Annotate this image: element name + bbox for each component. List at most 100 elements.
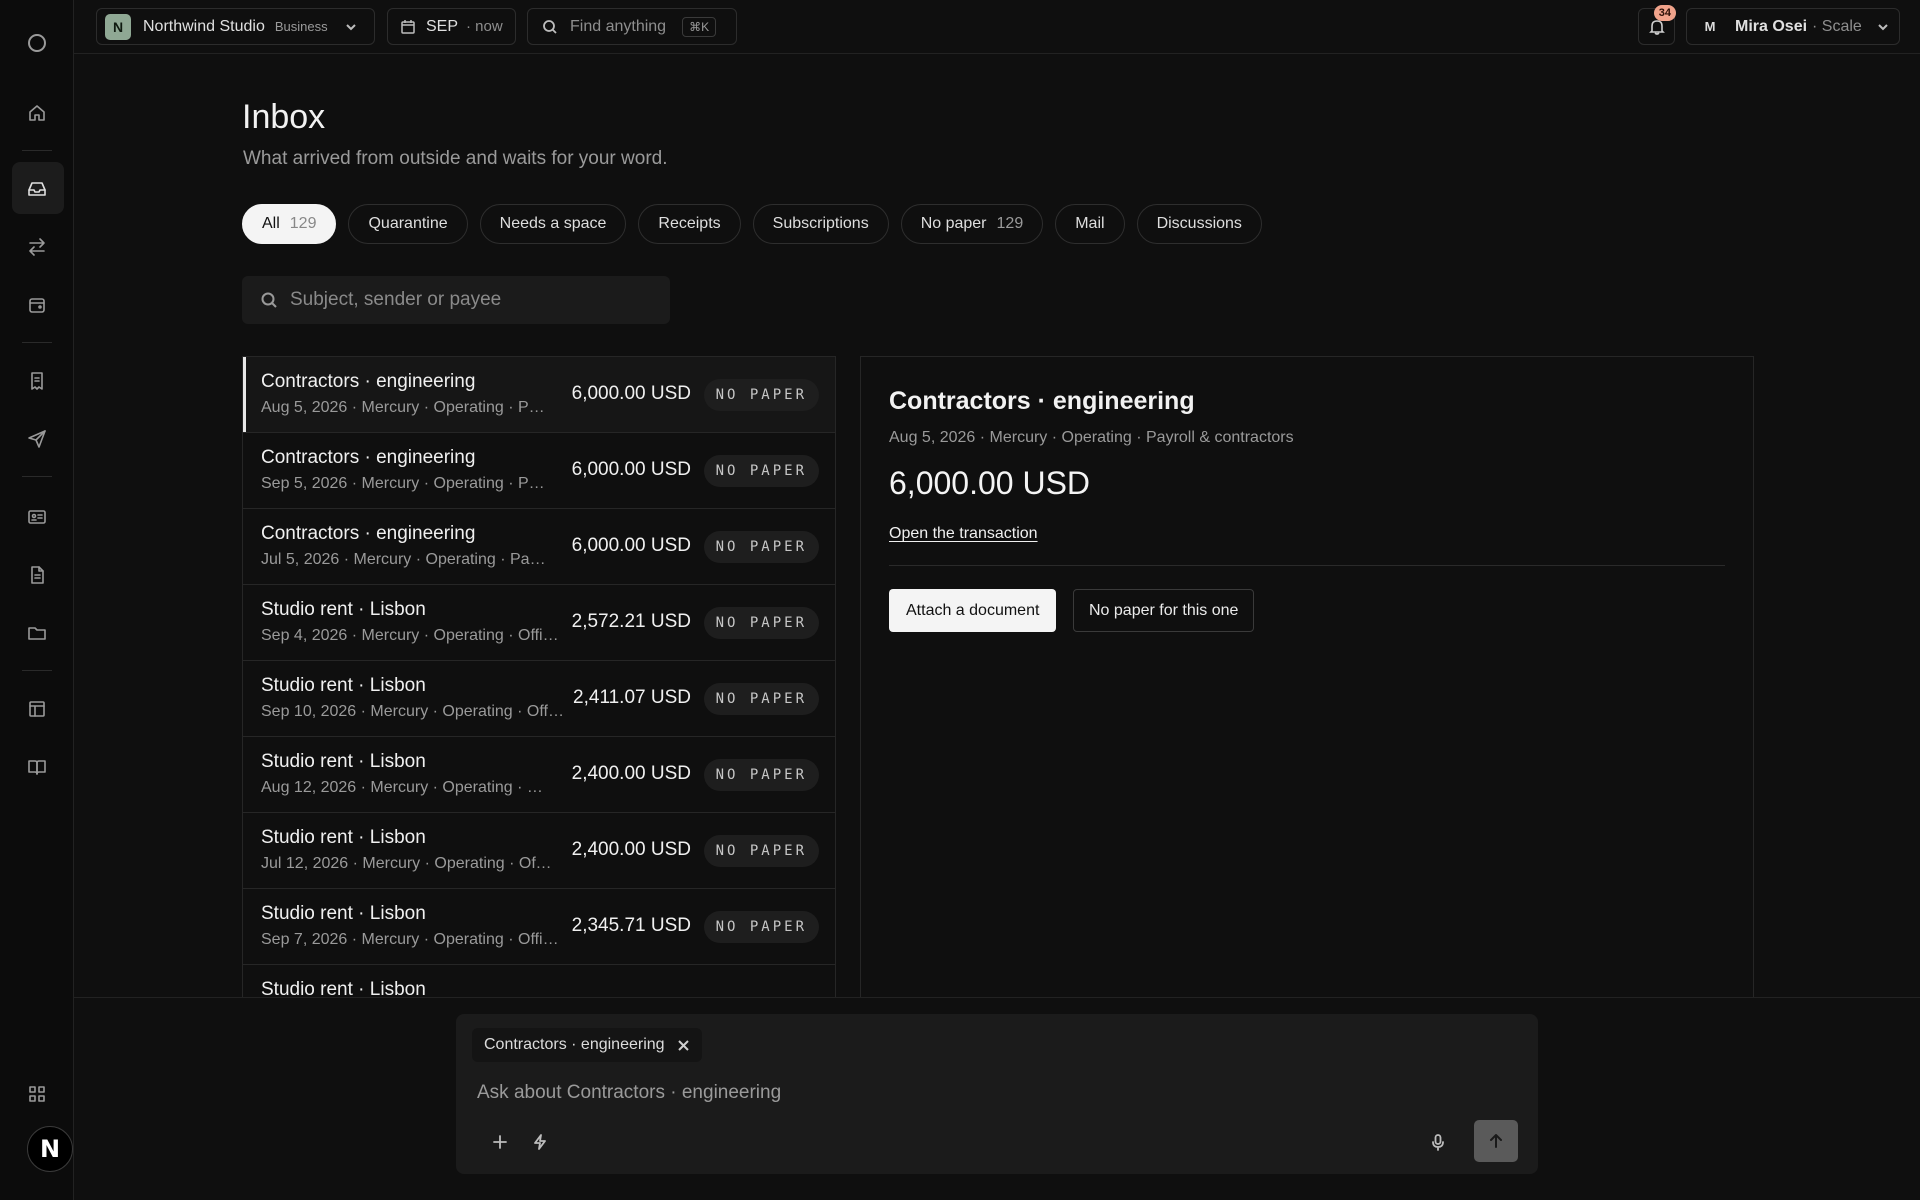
item-amount: 2,572.21 USD xyxy=(571,611,691,632)
status-badge: NO PAPER xyxy=(703,455,819,487)
status-badge: NO PAPER xyxy=(703,379,819,411)
list-item[interactable]: Contractors · engineering Sep 5, 2026 · … xyxy=(243,433,835,509)
user-name: Mira Osei xyxy=(1735,17,1808,35)
list-item[interactable]: Studio rent · Lisbon Sep 10, 2026 · Merc… xyxy=(243,661,835,737)
book-icon[interactable] xyxy=(22,752,52,782)
search-icon xyxy=(242,291,290,309)
detail-amount: 6,000.00 USD xyxy=(889,465,1091,501)
global-search-placeholder: Find anything xyxy=(570,17,667,35)
filter-label: Receipts xyxy=(658,215,721,232)
filter-no-paper[interactable]: No paper 129 xyxy=(900,204,1044,244)
period-label: SEP xyxy=(426,17,459,35)
layout-icon[interactable] xyxy=(22,694,52,724)
send-button[interactable] xyxy=(1474,1120,1518,1162)
item-meta: Sep 7, 2026 · Mercury · Operating · Offi… xyxy=(261,931,559,948)
list-item[interactable]: Contractors · engineering Aug 5, 2026 · … xyxy=(243,357,835,433)
status-badge: NO PAPER xyxy=(703,607,819,639)
folder-icon[interactable] xyxy=(22,618,52,648)
item-title: Studio rent · Lisbon xyxy=(261,903,426,924)
filter-label: No paper xyxy=(920,215,987,232)
user-avatar: M xyxy=(1704,19,1716,34)
microphone-icon[interactable] xyxy=(1424,1128,1452,1156)
item-title: Contractors · engineering xyxy=(261,523,476,544)
context-chip[interactable]: Contractors · engineering xyxy=(472,1028,702,1062)
filter-count: 129 xyxy=(289,215,317,232)
item-amount: 6,000.00 USD xyxy=(571,535,691,556)
send-icon[interactable] xyxy=(22,424,52,454)
sidebar-divider xyxy=(22,342,52,343)
contact-card-icon[interactable] xyxy=(22,502,52,532)
list-item[interactable]: Studio rent · Lisbon Sep 4, 2026 · Mercu… xyxy=(243,585,835,661)
detail-panel: Contractors · engineering Aug 5, 2026 · … xyxy=(860,356,1754,998)
inbox-search xyxy=(242,276,670,324)
inbox-icon[interactable] xyxy=(22,174,52,204)
detail-meta: Aug 5, 2026 · Mercury · Operating · Payr… xyxy=(889,429,1294,446)
list-item[interactable]: Studio rent · Lisbon Sep 7, 2026 · Mercu… xyxy=(243,889,835,965)
filter-needs-a-space[interactable]: Needs a space xyxy=(479,204,627,244)
item-title: Studio rent · Lisbon xyxy=(261,675,426,696)
filter-discussions[interactable]: Discussions xyxy=(1136,204,1262,244)
item-amount: 6,000.00 USD xyxy=(571,383,691,404)
page-subtitle: What arrived from outside and waits for … xyxy=(243,148,668,169)
attach-document-button[interactable]: Attach a document xyxy=(889,589,1057,632)
status-badge: NO PAPER xyxy=(703,759,819,791)
lightning-icon[interactable] xyxy=(526,1128,554,1156)
filter-subscriptions[interactable]: Subscriptions xyxy=(752,204,889,244)
workspace-avatar[interactable]: N xyxy=(27,1126,73,1172)
top-bar: N Northwind Studio Business SEP · now Fi… xyxy=(74,0,1920,54)
item-meta: Sep 5, 2026 · Mercury · Operating · Payr… xyxy=(261,475,553,492)
filter-all[interactable]: All 129 xyxy=(242,204,337,244)
calendar-icon xyxy=(400,19,416,35)
filter-chips: All 129 Quarantine Needs a space Receipt… xyxy=(242,204,1262,244)
item-amount: 2,400.00 USD xyxy=(571,839,691,860)
filter-receipts[interactable]: Receipts xyxy=(638,204,741,244)
no-paper-button[interactable]: No paper for this one xyxy=(1073,589,1255,632)
filter-count: 129 xyxy=(996,215,1024,232)
arrow-up-icon xyxy=(1487,1132,1505,1150)
item-meta: Aug 12, 2026 · Mercury · Operating · Off… xyxy=(261,779,553,796)
workspace-badge: N xyxy=(105,13,131,40)
list-item[interactable]: Studio rent · Lisbon Jul 12, 2026 · Merc… xyxy=(243,813,835,889)
item-title: Studio rent · Lisbon xyxy=(261,751,426,772)
notifications-button[interactable]: 34 xyxy=(1638,5,1676,45)
filter-mail[interactable]: Mail xyxy=(1055,204,1125,244)
transfer-icon[interactable] xyxy=(22,232,52,262)
filter-label: Mail xyxy=(1075,215,1105,232)
ask-input[interactable] xyxy=(477,1082,1377,1104)
filter-quarantine[interactable]: Quarantine xyxy=(348,204,468,244)
open-transaction-link[interactable]: Open the transaction xyxy=(889,525,1038,543)
filter-label: Discussions xyxy=(1156,215,1242,232)
receipt-icon[interactable] xyxy=(22,366,52,396)
item-title: Contractors · engineering xyxy=(261,371,476,392)
sidebar-divider xyxy=(22,476,52,477)
workspace-name: Northwind Studio xyxy=(143,17,265,35)
list-item[interactable]: Studio rent · Lisbon Aug 12, 2026 · Merc… xyxy=(243,737,835,813)
document-icon[interactable] xyxy=(22,560,52,590)
status-badge: NO PAPER xyxy=(703,683,819,715)
context-chip-label: Contractors · engineering xyxy=(484,1036,665,1053)
status-badge: NO PAPER xyxy=(703,911,819,943)
plus-icon[interactable] xyxy=(486,1128,514,1156)
close-icon[interactable] xyxy=(665,1039,690,1052)
list-item[interactable]: Contractors · engineering Jul 5, 2026 · … xyxy=(243,509,835,585)
period-picker[interactable]: SEP · now xyxy=(387,8,516,45)
logo-icon[interactable] xyxy=(22,28,52,58)
item-meta: Sep 4, 2026 · Mercury · Operating · Offi… xyxy=(261,627,559,644)
global-search[interactable]: Find anything ⌘K xyxy=(527,8,737,45)
item-amount: 2,411.07 USD xyxy=(573,687,691,708)
home-icon[interactable] xyxy=(22,98,52,128)
inbox-list: Contractors · engineering Aug 5, 2026 · … xyxy=(242,356,836,998)
user-menu[interactable]: M Mira Osei · Scale xyxy=(1686,8,1900,45)
inbox-search-input[interactable] xyxy=(290,289,650,311)
detail-title: Contractors · engineering xyxy=(889,387,1195,415)
workspace-switcher[interactable]: N Northwind Studio Business xyxy=(96,8,375,45)
list-item[interactable]: Studio rent · Lisbon xyxy=(243,965,835,998)
apps-grid-icon[interactable] xyxy=(22,1079,52,1109)
filter-label: All xyxy=(262,215,280,232)
item-amount: 2,345.71 USD xyxy=(571,915,691,936)
page-title: Inbox xyxy=(242,98,326,136)
main-content: Inbox What arrived from outside and wait… xyxy=(74,54,1920,998)
wallet-icon[interactable] xyxy=(22,290,52,320)
item-meta: Aug 5, 2026 · Mercury · Operating · Payr… xyxy=(261,399,553,416)
detail-divider xyxy=(889,565,1725,566)
